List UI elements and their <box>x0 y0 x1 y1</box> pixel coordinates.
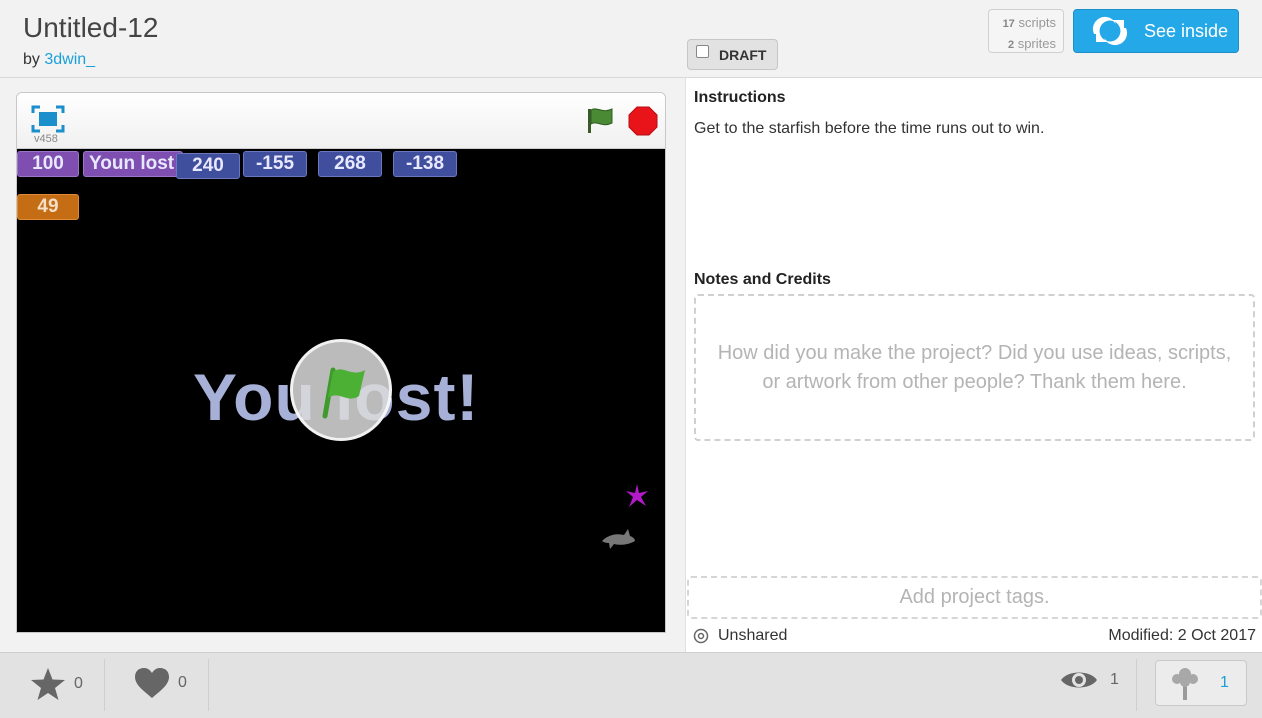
eye-icon <box>1061 672 1097 688</box>
remix-tree-button[interactable]: 1 <box>1155 660 1247 706</box>
shark-sprite[interactable] <box>600 525 636 551</box>
sharing-status: Unshared <box>693 627 787 645</box>
tags-input[interactable]: Add project tags. <box>687 576 1262 619</box>
scripts-count: 17 <box>1002 18 1015 30</box>
monitor-variable: 100 <box>17 151 79 177</box>
project-title[interactable]: Untitled-12 <box>23 12 158 44</box>
green-flag-icon[interactable] <box>585 106 615 134</box>
sprites-label: sprites <box>1017 36 1056 51</box>
project-player: v458 100 Youn lost 240 -155 268 -138 49 … <box>16 92 666 633</box>
project-counts: 17 scripts 2 sprites <box>988 9 1064 53</box>
monitor-variable: Youn lost <box>83 151 183 177</box>
draft-label: DRAFT <box>719 46 767 63</box>
notes-input[interactable]: How did you make the project? Did you us… <box>694 294 1255 441</box>
remix-count: 1 <box>1220 674 1229 691</box>
stats-bar: 0 0 1 1 <box>0 652 1262 718</box>
favorite-count: 0 <box>74 675 83 692</box>
notes-heading: Notes and Credits <box>694 271 831 288</box>
starfish-sprite[interactable] <box>624 483 650 509</box>
monitor-variable: 240 <box>176 153 240 179</box>
by-prefix: by <box>23 51 40 68</box>
instructions-heading: Instructions <box>694 89 786 106</box>
player-controls: v458 <box>17 93 665 149</box>
project-header: Untitled-12 by 3dwin_ DRAFT 17 scripts 2… <box>0 0 1262 78</box>
heart-icon <box>135 668 169 698</box>
monitor-variable: 49 <box>17 194 79 220</box>
see-inside-label: See inside <box>1144 20 1229 41</box>
fullscreen-icon[interactable] <box>31 105 65 133</box>
favorite-button[interactable]: 0 <box>30 667 83 701</box>
draft-toggle[interactable]: DRAFT <box>687 39 778 70</box>
views-count: 1 <box>1110 671 1119 688</box>
remix-tree-icon <box>1172 668 1198 700</box>
remix-arrows-icon <box>1092 16 1128 46</box>
draft-checkbox[interactable] <box>696 45 709 58</box>
unshared-icon <box>693 628 709 644</box>
project-byline: by 3dwin_ <box>23 51 95 69</box>
monitor-variable: -138 <box>393 151 457 177</box>
play-overlay-button[interactable] <box>290 339 392 441</box>
love-count: 0 <box>178 674 187 691</box>
scripts-label: scripts <box>1018 15 1056 30</box>
modified-date: Modified: 2 Oct 2017 <box>1108 627 1256 644</box>
views-stat: 1 <box>1060 667 1119 693</box>
author-link[interactable]: 3dwin_ <box>44 51 95 68</box>
sharing-status-label: Unshared <box>718 627 788 644</box>
divider <box>104 659 105 711</box>
player-version: v458 <box>34 133 58 145</box>
instructions-text[interactable]: Get to the starfish before the time runs… <box>694 120 1044 138</box>
green-flag-icon <box>322 367 365 419</box>
sprites-count: 2 <box>1007 39 1015 51</box>
monitor-variable: 268 <box>318 151 382 177</box>
stage[interactable]: 100 Youn lost 240 -155 268 -138 49 You l… <box>17 149 665 632</box>
star-icon <box>31 668 65 700</box>
love-button[interactable]: 0 <box>134 667 187 699</box>
divider <box>208 659 209 711</box>
monitor-variable: -155 <box>243 151 307 177</box>
see-inside-button[interactable]: See inside <box>1073 9 1239 53</box>
project-info-panel: Instructions Get to the starfish before … <box>685 78 1262 652</box>
stop-icon[interactable] <box>628 106 658 136</box>
divider <box>1136 659 1137 711</box>
